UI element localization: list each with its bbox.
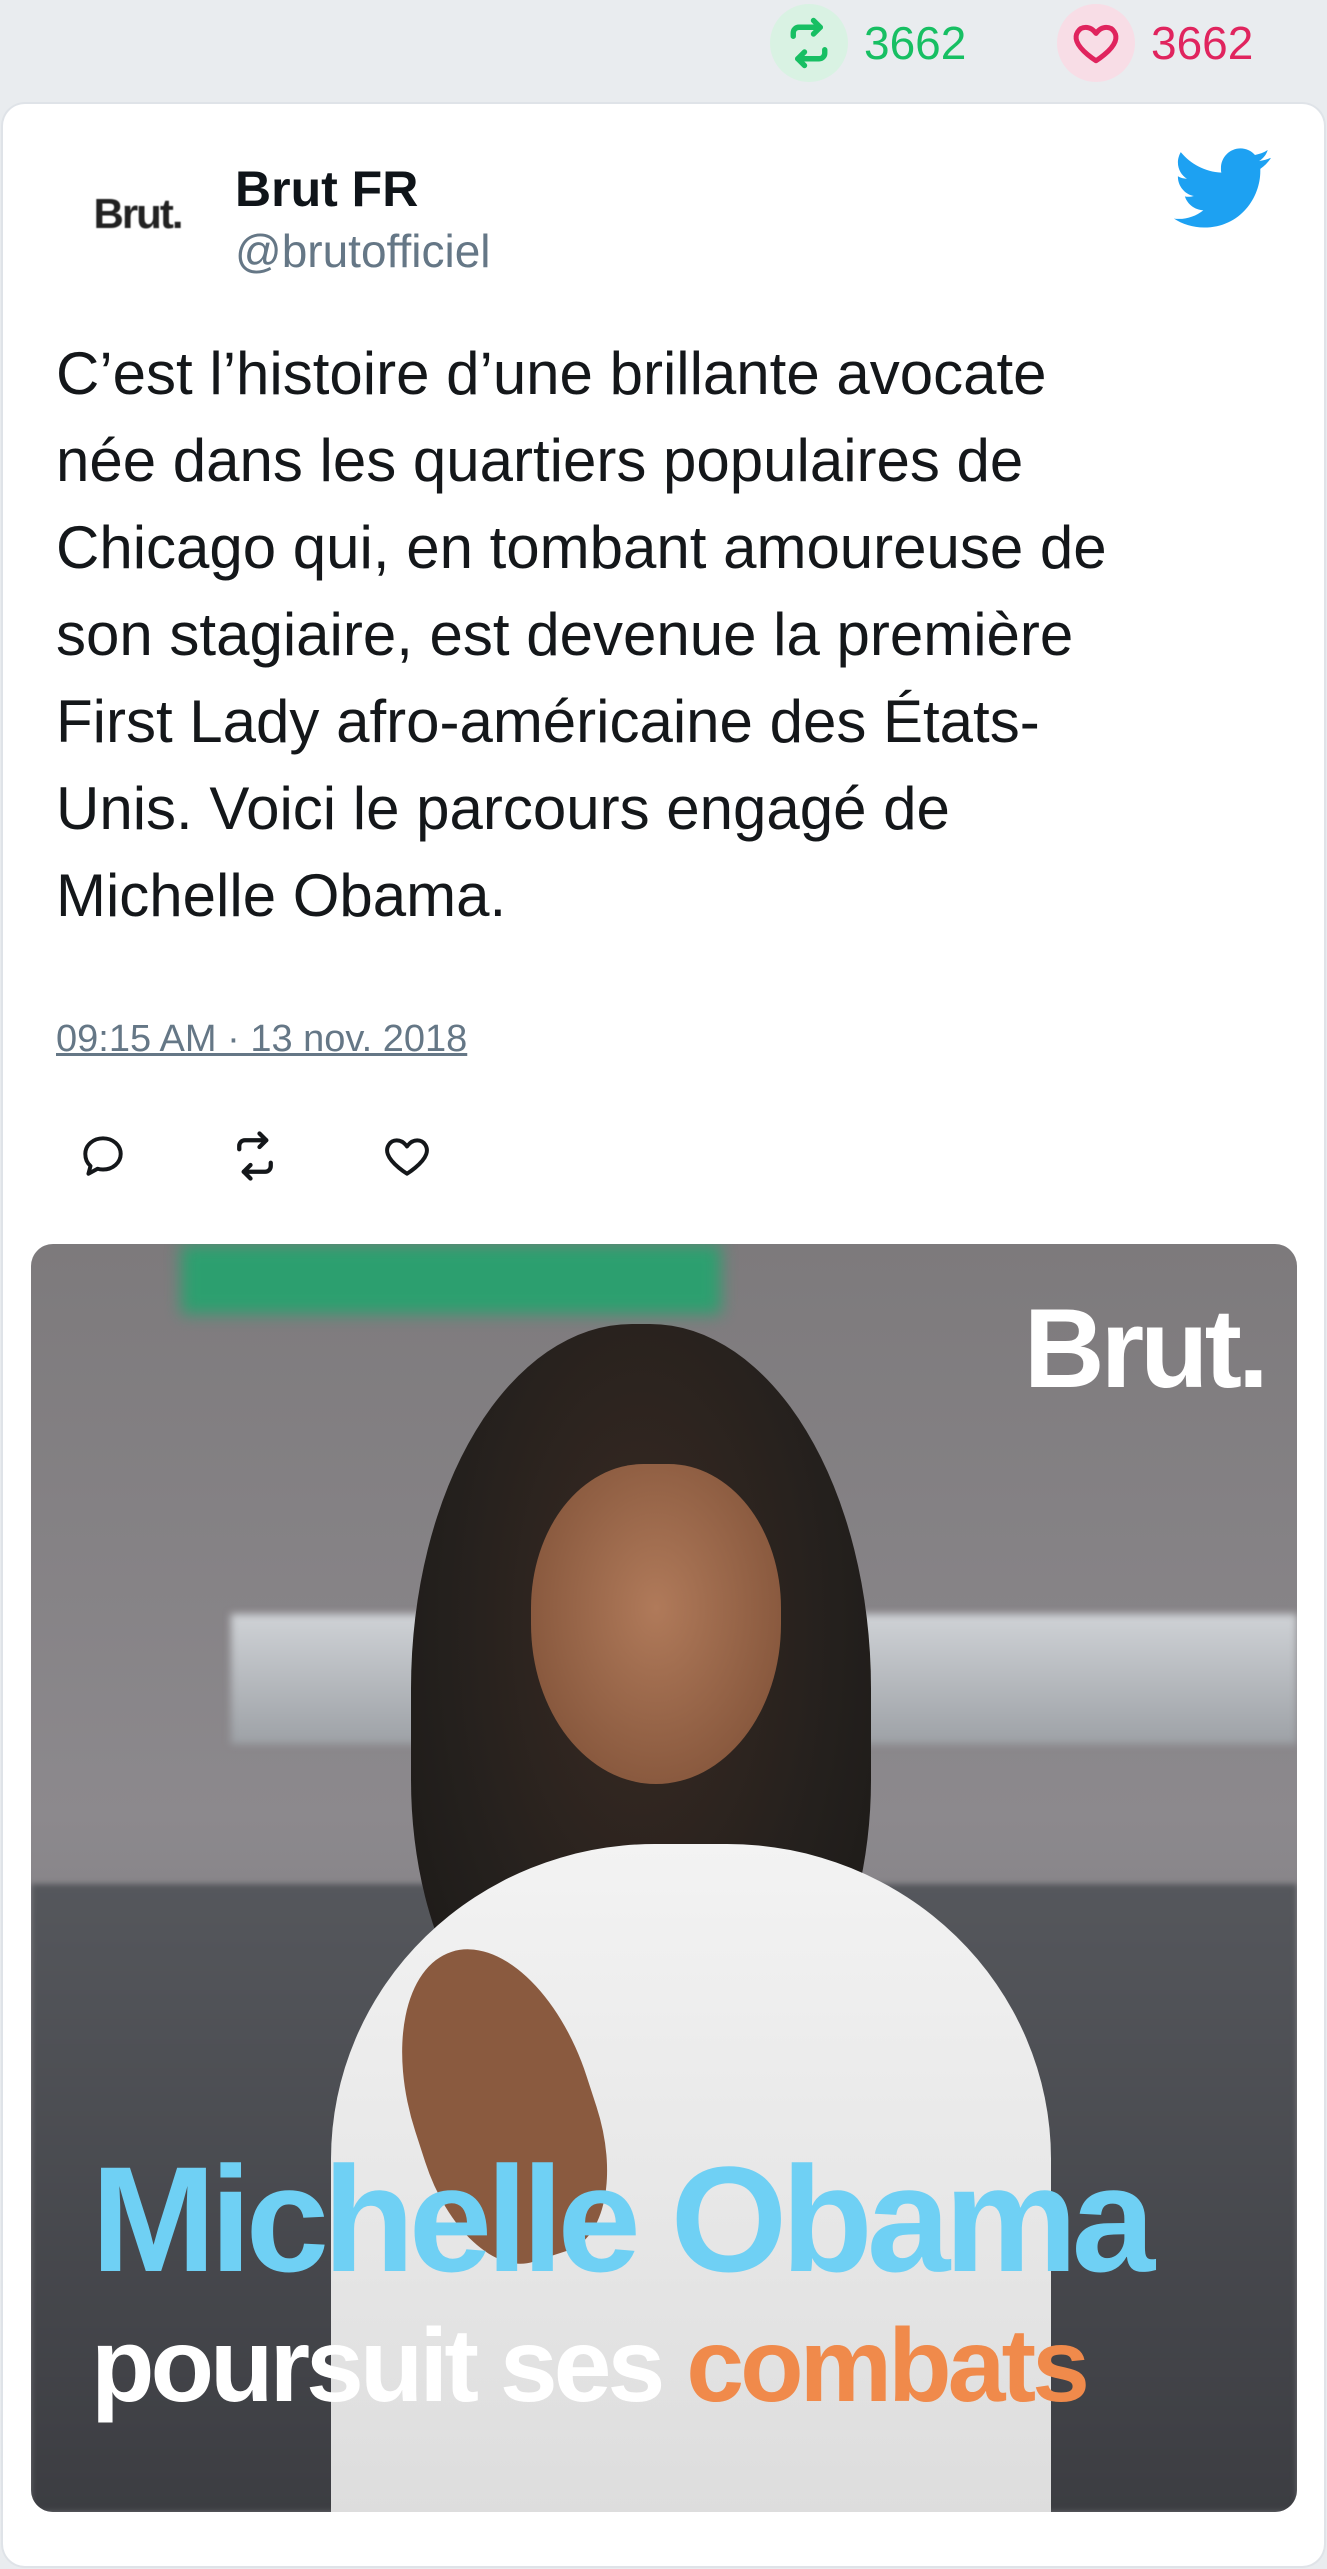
tweet-timestamp[interactable]: 09:15 AM · 13 nov. 2018	[56, 1018, 467, 1061]
reply-icon[interactable]	[73, 1126, 133, 1186]
retweet-action-icon[interactable]	[225, 1126, 285, 1186]
caption-subtitle-part1: poursuit ses	[91, 2308, 687, 2424]
person-face	[531, 1464, 781, 1784]
like-count[interactable]: 3662	[1057, 4, 1253, 82]
brut-watermark-logo: Brut.	[1023, 1286, 1269, 1411]
avatar[interactable]: Brut.	[55, 164, 220, 264]
heart-icon	[1057, 4, 1135, 82]
caption-subtitle-accent: combats	[686, 2308, 1090, 2424]
like-action-icon[interactable]	[377, 1126, 437, 1186]
author-handle[interactable]: @brutofficiel	[235, 224, 491, 278]
twitter-bird-icon[interactable]	[1173, 148, 1273, 230]
retweet-count[interactable]: 3662	[770, 4, 966, 82]
media-caption-title: Michelle Obama	[91, 2135, 1155, 2303]
like-count-value: 3662	[1151, 17, 1254, 69]
media-caption-subtitle: poursuit ses combats	[91, 2314, 1090, 2418]
tweet-media-video[interactable]: Brut. Michelle Obama poursuit ses combat…	[31, 1244, 1297, 2512]
tweet-text: C’est l’histoire d’une brillante avocate…	[56, 340, 1107, 929]
background-green-panel	[181, 1244, 721, 1314]
tweet-actions	[73, 1126, 529, 1186]
retweet-icon	[770, 4, 848, 82]
tweet-card: Brut. Brut FR @brutofficiel C’est l’hist…	[3, 104, 1324, 2566]
author-name[interactable]: Brut FR	[235, 160, 418, 218]
retweet-count-value: 3662	[864, 17, 967, 69]
top-stats-bar: 3662 3662	[0, 0, 1327, 95]
